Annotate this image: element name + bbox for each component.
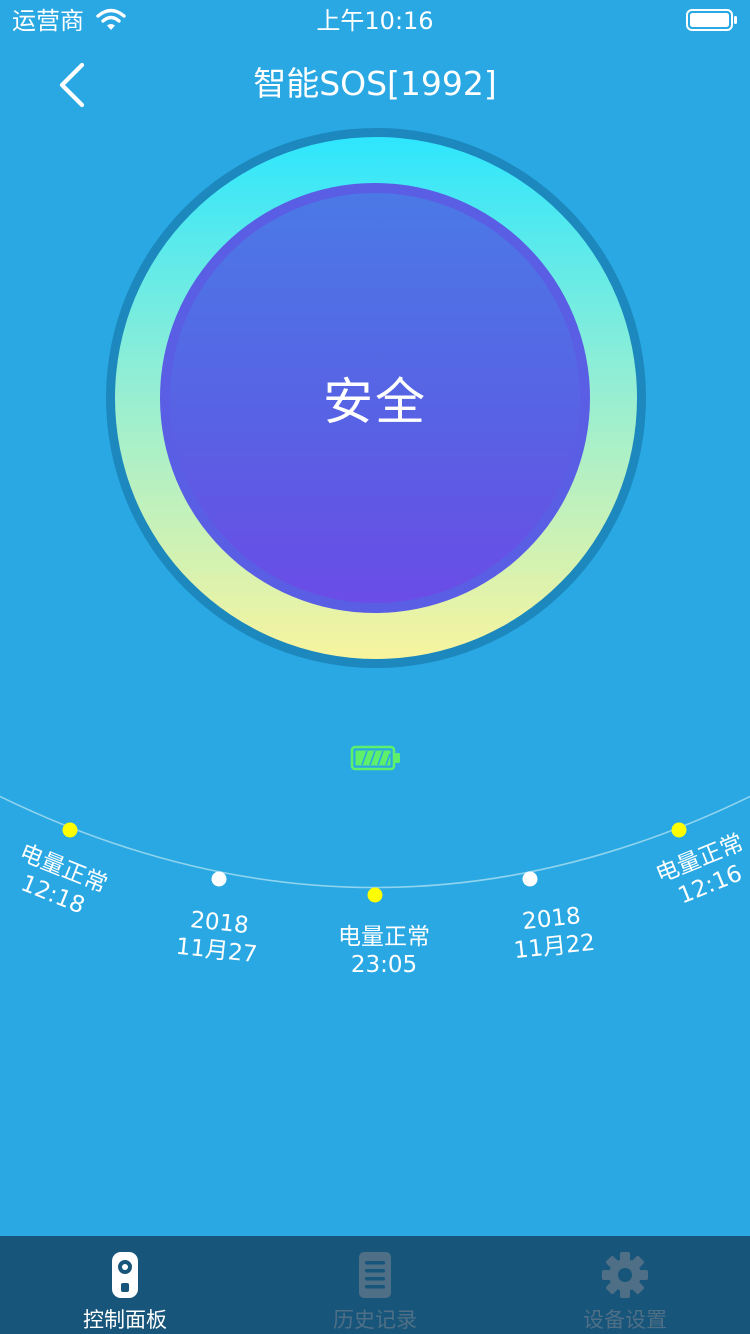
timeline-item[interactable]: 电量正常 23:05 <box>324 923 444 979</box>
tab-bar: 控制面板 历史记录 设备设置 <box>0 1236 750 1334</box>
timeline-dot[interactable] <box>671 822 687 838</box>
remote-icon <box>112 1252 138 1298</box>
device-status-text: 安全 <box>323 373 427 431</box>
tab-device-settings[interactable]: 设备设置 <box>500 1236 750 1334</box>
page-title: 智能SOS[1992] <box>253 64 497 103</box>
tab-label: 设备设置 <box>583 1308 667 1332</box>
timeline-item-line2: 23:05 <box>350 952 418 978</box>
timeline-dot[interactable] <box>522 871 538 887</box>
timeline-dot[interactable] <box>367 887 383 903</box>
tab-history[interactable]: 历史记录 <box>250 1236 500 1334</box>
status-battery-icon <box>686 9 737 31</box>
timeline-dot[interactable] <box>211 871 227 887</box>
gear-icon <box>602 1252 648 1298</box>
battery-history-timeline[interactable]: 电量正常 12:18 2018 11月27 电量正常 23:05 2018 11月22 电量正常… <box>0 760 750 1020</box>
device-status-label: 安全 <box>160 183 590 613</box>
tab-label: 控制面板 <box>83 1308 167 1332</box>
document-icon <box>359 1252 391 1298</box>
timeline-item-line1: 电量正常 <box>338 924 430 950</box>
tab-label: 历史记录 <box>333 1308 417 1332</box>
tab-control-panel[interactable]: 控制面板 <box>0 1236 250 1334</box>
timeline-dot[interactable] <box>62 822 78 838</box>
status-bar: 运营商 上午10:16 <box>0 0 750 40</box>
status-time: 上午10:16 <box>316 7 434 35</box>
